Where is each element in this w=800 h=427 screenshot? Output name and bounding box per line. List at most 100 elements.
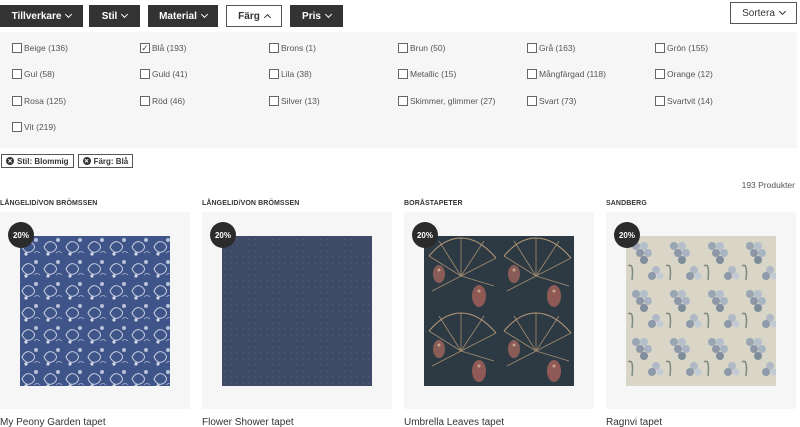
color-option-label: Lila (38) xyxy=(281,69,312,79)
chevron-down-icon xyxy=(65,10,73,19)
sort-button[interactable]: Sortera xyxy=(730,2,797,24)
product-name[interactable]: Ragnvi tapet xyxy=(606,417,796,427)
checkbox[interactable] xyxy=(12,69,22,79)
checkbox[interactable] xyxy=(12,122,22,132)
chevron-down-icon xyxy=(121,10,129,19)
color-option-svart[interactable]: Svart (73) xyxy=(527,96,576,106)
color-option-label: Vit (219) xyxy=(24,122,56,132)
color-option-label: Orange (12) xyxy=(667,69,713,79)
color-option-label: Blå (193) xyxy=(152,43,187,53)
color-option-label: Röd (46) xyxy=(152,96,186,106)
color-option-skimmer[interactable]: Skimmer, glimmer (27) xyxy=(398,96,495,106)
product-card[interactable]: LÅNGELID/VON BRÖMSSEN 20% Flower Shower … xyxy=(202,200,392,427)
color-option-label: Grön (155) xyxy=(667,43,709,53)
product-image-container[interactable]: 20% xyxy=(606,212,796,409)
filter-farg-button[interactable]: Färg xyxy=(226,5,282,27)
product-image[interactable] xyxy=(424,236,574,386)
filter-stil-button[interactable]: Stil xyxy=(89,5,140,27)
product-card[interactable]: LÅNGELID/VON BRÖMSSEN 20% My Peony Garde… xyxy=(0,200,190,427)
checkbox[interactable] xyxy=(655,96,665,106)
filter-bar: Tillverkare Stil Material Färg Pris Sort… xyxy=(0,0,800,32)
color-option-beige[interactable]: Beige (136) xyxy=(12,43,68,53)
chevron-down-icon xyxy=(200,10,208,19)
product-name[interactable]: Umbrella Leaves tapet xyxy=(404,417,594,427)
color-option-mangfargad[interactable]: Mångfärgad (118) xyxy=(527,69,606,79)
checkbox[interactable] xyxy=(655,43,665,53)
color-option-silver[interactable]: Silver (13) xyxy=(269,96,320,106)
checkbox[interactable] xyxy=(527,69,537,79)
product-brand: SANDBERG xyxy=(606,200,647,207)
color-option-gul[interactable]: Gul (58) xyxy=(12,69,55,79)
active-filter-label: Stil: Blommig xyxy=(17,156,69,166)
product-image[interactable] xyxy=(20,236,170,386)
product-brand: BORÅSTAPETER xyxy=(404,200,463,207)
product-image[interactable] xyxy=(222,236,372,386)
color-option-label: Svart (73) xyxy=(539,96,577,106)
color-option-guld[interactable]: Guld (41) xyxy=(140,69,187,79)
active-filters: ✕ Stil: Blommig ✕ Färg: Blå xyxy=(1,154,134,168)
chevron-down-icon xyxy=(778,7,786,16)
filter-material-button[interactable]: Material xyxy=(148,5,218,27)
color-option-label: Gul (58) xyxy=(24,69,55,79)
color-option-brons[interactable]: Brons (1) xyxy=(269,43,316,53)
product-image-container[interactable]: 20% xyxy=(404,212,594,409)
product-name[interactable]: Flower Shower tapet xyxy=(202,417,392,427)
product-card[interactable]: BORÅSTAPETER 20% Umbrella Leaves tapet xyxy=(404,200,594,427)
color-option-label: Rosa (125) xyxy=(24,96,67,106)
checkbox[interactable] xyxy=(269,96,279,106)
filter-tillverkare-label: Tillverkare xyxy=(11,10,62,22)
color-option-label: Brun (50) xyxy=(410,43,446,53)
checkbox[interactable] xyxy=(269,69,279,79)
discount-badge: 20% xyxy=(614,222,640,248)
color-option-orange[interactable]: Orange (12) xyxy=(655,69,713,79)
checkbox[interactable] xyxy=(398,96,408,106)
product-brand: LÅNGELID/VON BRÖMSSEN xyxy=(0,200,98,207)
active-filter-chip-stil[interactable]: ✕ Stil: Blommig xyxy=(1,154,74,168)
color-option-lila[interactable]: Lila (38) xyxy=(269,69,312,79)
filter-pris-button[interactable]: Pris xyxy=(290,5,343,27)
discount-badge: 20% xyxy=(412,222,438,248)
color-option-label: Metallic (15) xyxy=(410,69,457,79)
active-filter-chip-farg[interactable]: ✕ Färg: Blå xyxy=(77,154,134,168)
color-option-metallic[interactable]: Metallic (15) xyxy=(398,69,456,79)
product-brand: LÅNGELID/VON BRÖMSSEN xyxy=(202,200,300,207)
checkbox[interactable] xyxy=(140,69,150,79)
filter-tillverkare-button[interactable]: Tillverkare xyxy=(0,5,83,27)
color-option-bla[interactable]: ✓ Blå (193) xyxy=(140,43,187,53)
close-icon[interactable]: ✕ xyxy=(82,157,91,165)
color-option-brun[interactable]: Brun (50) xyxy=(398,43,445,53)
checkbox-checked[interactable]: ✓ xyxy=(140,43,150,53)
color-option-label: Svartvit (14) xyxy=(667,96,713,106)
filter-material-label: Material xyxy=(159,10,197,22)
color-option-svartvit[interactable]: Svartvit (14) xyxy=(655,96,713,106)
color-option-label: Beige (136) xyxy=(24,43,68,53)
filter-pris-label: Pris xyxy=(302,10,321,22)
checkbox[interactable] xyxy=(12,43,22,53)
color-option-label: Grå (163) xyxy=(539,43,576,53)
color-option-gra[interactable]: Grå (163) xyxy=(527,43,575,53)
checkbox[interactable] xyxy=(12,96,22,106)
active-filter-label: Färg: Blå xyxy=(93,156,129,166)
checkbox[interactable] xyxy=(140,96,150,106)
close-icon[interactable]: ✕ xyxy=(6,157,14,165)
checkbox[interactable] xyxy=(527,43,537,53)
discount-badge: 20% xyxy=(210,222,236,248)
product-image-container[interactable]: 20% xyxy=(202,212,392,409)
checkbox[interactable] xyxy=(655,69,665,79)
color-option-gron[interactable]: Grön (155) xyxy=(655,43,708,53)
color-option-label: Silver (13) xyxy=(281,96,320,106)
checkbox[interactable] xyxy=(269,43,279,53)
check-icon: ✓ xyxy=(141,42,149,53)
color-option-label: Skimmer, glimmer (27) xyxy=(410,96,496,106)
product-image[interactable] xyxy=(626,236,776,386)
product-image-container[interactable]: 20% xyxy=(0,212,190,409)
color-option-vit[interactable]: Vit (219) xyxy=(12,122,56,132)
checkbox[interactable] xyxy=(527,96,537,106)
checkbox[interactable] xyxy=(398,43,408,53)
product-count: 193 Produkter xyxy=(741,180,795,190)
color-option-rod[interactable]: Röd (46) xyxy=(140,96,185,106)
color-option-rosa[interactable]: Rosa (125) xyxy=(12,96,66,106)
checkbox[interactable] xyxy=(398,69,408,79)
product-card[interactable]: SANDBERG 20% Ragnvi tapet xyxy=(606,200,796,427)
product-name[interactable]: My Peony Garden tapet xyxy=(0,417,190,427)
